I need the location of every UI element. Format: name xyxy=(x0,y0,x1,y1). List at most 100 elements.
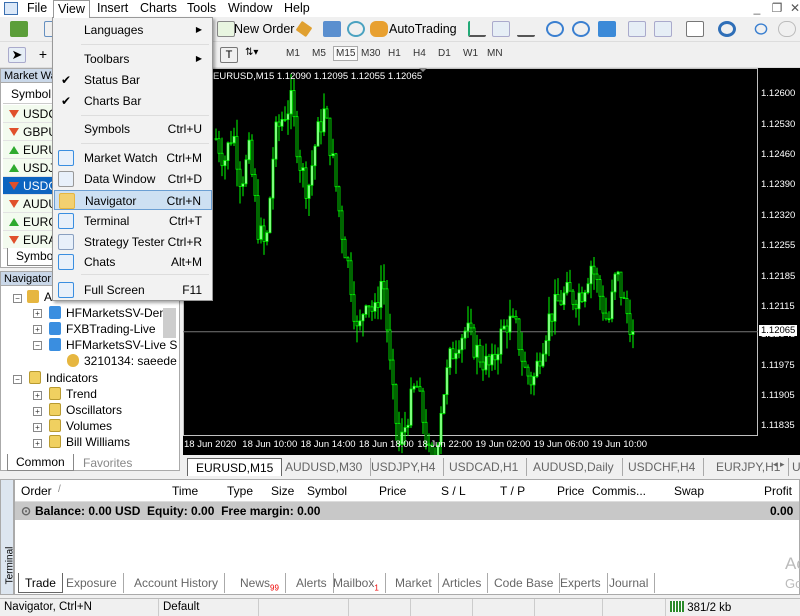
timeframe-mn[interactable]: MN xyxy=(487,48,503,59)
line-chart-icon[interactable] xyxy=(517,21,535,37)
collapse-icon[interactable]: − xyxy=(13,294,22,303)
expand-icon[interactable]: + xyxy=(33,407,42,416)
terminal-tab-exposure[interactable]: Exposure xyxy=(60,573,124,593)
indicators-icon[interactable] xyxy=(686,21,704,37)
col-symbol[interactable]: Symbol xyxy=(307,484,347,498)
chart-tab[interactable]: USI xyxy=(784,458,800,476)
col-size[interactable]: Size xyxy=(271,484,294,498)
col-commission[interactable]: Commis... xyxy=(592,484,646,498)
new-order-button[interactable]: New Order xyxy=(234,22,294,36)
candlestick-chart[interactable] xyxy=(183,68,800,455)
scrollbar-thumb[interactable] xyxy=(163,308,176,338)
col-profit[interactable]: Profit xyxy=(764,484,792,498)
collapse-icon[interactable]: − xyxy=(13,375,22,384)
expand-icon[interactable]: + xyxy=(33,391,42,400)
menu-insert[interactable]: Insert xyxy=(97,1,128,15)
terminal-tab-mailbox[interactable]: Mailbox1 xyxy=(327,573,386,593)
cursor-icon[interactable]: ➤ xyxy=(8,47,26,63)
periods-icon[interactable] xyxy=(718,21,736,37)
zoom-out-icon[interactable] xyxy=(572,21,590,37)
balance-row[interactable]: ⊙ Balance: 0.00 USD Equity: 0.00 Free ma… xyxy=(15,502,799,520)
col-type[interactable]: Type xyxy=(227,484,253,498)
tree-indicator-group[interactable]: Bill Williams xyxy=(49,435,130,449)
timeframe-m5[interactable]: M5 xyxy=(312,48,326,59)
close-icon[interactable]: ✕ xyxy=(786,1,800,17)
autotrading-icon[interactable] xyxy=(370,21,388,37)
timeframe-m30[interactable]: M30 xyxy=(361,48,380,59)
chart-tab[interactable]: AUDUSD,Daily xyxy=(525,458,623,476)
menu-file[interactable]: File xyxy=(27,1,47,15)
signals-icon[interactable] xyxy=(347,21,365,37)
chart-shift-icon[interactable] xyxy=(628,21,646,37)
autoscroll-icon[interactable] xyxy=(654,21,672,37)
col-sl[interactable]: S / L xyxy=(441,484,466,498)
tree-server[interactable]: HFMarketsSV-Live S xyxy=(49,338,177,352)
minimize-icon[interactable]: _ xyxy=(748,1,766,17)
menu-tools[interactable]: Tools xyxy=(187,1,216,15)
tree-indicators[interactable]: Indicators xyxy=(29,371,98,385)
menu-item-market-watch[interactable]: Market Watch Ctrl+M xyxy=(54,148,212,168)
chart-window[interactable]: EURUSD,M15 1.12090 1.12095 1.12055 1.120… xyxy=(183,68,800,455)
navigator-icon[interactable] xyxy=(323,21,341,37)
text-label-icon[interactable]: T xyxy=(220,47,238,63)
chart-tab[interactable]: USDCAD,H1 xyxy=(441,458,528,476)
menu-item-symbols[interactable]: Symbols Ctrl+U xyxy=(54,119,212,139)
tree-account[interactable]: 3210134: saeede xyxy=(67,354,177,368)
chat-icon[interactable] xyxy=(778,21,796,37)
menu-item-chats[interactable]: Chats Alt+M xyxy=(54,252,212,272)
menu-item-strategy-tester[interactable]: Strategy Tester Ctrl+R xyxy=(54,232,212,252)
menu-item-toolbars[interactable]: Toolbars ▶ xyxy=(54,49,212,69)
tree-indicator-group[interactable]: Trend xyxy=(49,387,97,401)
col-time[interactable]: Time xyxy=(172,484,198,498)
bar-chart-icon[interactable] xyxy=(468,21,486,37)
terminal-tab-news[interactable]: News99 xyxy=(234,573,286,593)
terminal-tab-trade[interactable]: Trade xyxy=(18,573,63,593)
chart-tab[interactable]: USDJPY,H4 xyxy=(363,458,445,476)
expand-icon[interactable]: + xyxy=(33,309,42,318)
expand-icon[interactable]: + xyxy=(33,439,42,448)
arrows-icon[interactable]: ⇅▾ xyxy=(245,47,263,63)
terminal-tab-code-base[interactable]: Code Base xyxy=(488,573,561,593)
timeframe-h4[interactable]: H4 xyxy=(413,48,426,59)
autotrading-button[interactable]: AutoTrading xyxy=(389,22,457,36)
candlestick-icon[interactable] xyxy=(492,21,510,37)
timeframe-h1[interactable]: H1 xyxy=(388,48,401,59)
tile-windows-icon[interactable] xyxy=(598,21,616,37)
menu-item-languages[interactable]: Languages ▶ xyxy=(54,20,212,40)
chart-tab[interactable]: AUDUSD,M30 xyxy=(277,458,372,476)
new-order-icon[interactable] xyxy=(217,21,235,37)
zoom-in-icon[interactable] xyxy=(546,21,564,37)
menu-view[interactable]: View xyxy=(53,0,90,18)
terminal-tab-account-history[interactable]: Account History xyxy=(128,573,226,593)
menu-charts[interactable]: Charts xyxy=(140,1,177,15)
timeframe-m1[interactable]: M1 xyxy=(286,48,300,59)
tree-indicator-group[interactable]: Volumes xyxy=(49,419,112,433)
tree-server[interactable]: HFMarketsSV-Demo xyxy=(49,306,176,320)
tab-favorites[interactable]: Favorites xyxy=(79,455,136,471)
tree-server[interactable]: FXBTrading-Live xyxy=(49,322,156,336)
tab-common[interactable]: Common xyxy=(7,454,74,471)
chart-tab[interactable]: USDCHF,H4 xyxy=(620,458,705,476)
terminal-tab-articles[interactable]: Articles xyxy=(436,573,489,593)
menu-item-full-screen[interactable]: Full Screen F11 xyxy=(54,280,212,300)
market-watch-icon[interactable] xyxy=(295,20,313,38)
terminal-tab-market[interactable]: Market xyxy=(389,573,439,593)
col-swap[interactable]: Swap xyxy=(674,484,704,498)
terminal-tab-experts[interactable]: Experts xyxy=(554,573,608,593)
menu-item-status-bar[interactable]: ✔ Status Bar xyxy=(54,70,212,90)
restore-icon[interactable]: ❐ xyxy=(768,1,786,17)
terminal-tab-journal[interactable]: Journal xyxy=(603,573,656,593)
timeframe-m15[interactable]: M15 xyxy=(333,46,359,61)
tree-indicator-group[interactable]: Oscillators xyxy=(49,403,122,417)
chart-tab[interactable]: EURUSD,M15 xyxy=(187,458,283,476)
col-tp[interactable]: T / P xyxy=(500,484,525,498)
col-price-current[interactable]: Price xyxy=(557,484,584,498)
timeframe-w1[interactable]: W1 xyxy=(463,48,478,59)
menu-item-terminal[interactable]: Terminal Ctrl+T xyxy=(54,211,212,231)
menu-item-navigator[interactable]: Navigator Ctrl+N xyxy=(54,190,212,210)
col-order[interactable]: Order xyxy=(21,484,52,498)
menu-item-data-window[interactable]: Data Window Ctrl+D xyxy=(54,169,212,189)
menu-item-charts-bar[interactable]: ✔ Charts Bar xyxy=(54,91,212,111)
col-price[interactable]: Price xyxy=(379,484,406,498)
search-icon[interactable] xyxy=(754,23,768,35)
